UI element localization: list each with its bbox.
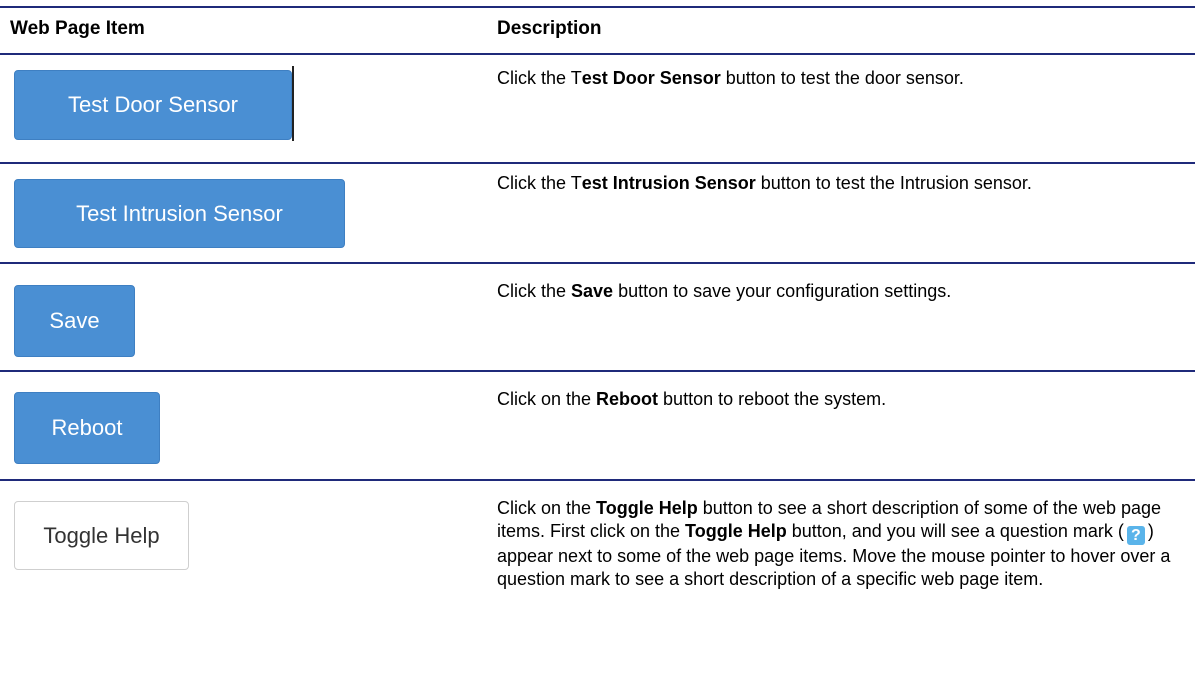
reboot-button[interactable]: Reboot: [14, 392, 160, 464]
toggle-help-button-label: Toggle Help: [43, 522, 160, 548]
toggle-help-button[interactable]: Toggle Help: [14, 501, 189, 570]
test-intrusion-sensor-button-label: Test Intrusion Sensor: [76, 200, 283, 226]
description-test-intrusion-sensor: Click the Test Intrusion Sensor button t…: [497, 173, 1032, 193]
test-door-sensor-button-label: Test Door Sensor: [68, 92, 238, 117]
row-rule-2: [0, 262, 1195, 264]
row-rule-1: [0, 162, 1195, 164]
row-rule-4: [0, 479, 1195, 481]
test-intrusion-sensor-button[interactable]: Test Intrusion Sensor: [14, 179, 345, 248]
column-header-item: Web Page Item: [10, 18, 145, 39]
test-door-sensor-button[interactable]: Test Door Sensor: [14, 70, 292, 140]
reboot-button-label: Reboot: [51, 415, 123, 440]
save-button[interactable]: Save: [14, 285, 135, 357]
divider-line: [292, 66, 294, 141]
row-rule-3: [0, 370, 1195, 372]
description-reboot: Click on the Reboot button to reboot the…: [497, 389, 887, 409]
description-test-door-sensor: Click the Test Door Sensor button to tes…: [497, 68, 964, 88]
description-toggle-help: Click on the Toggle Help button to see a…: [497, 498, 1171, 589]
top-rule: [0, 6, 1195, 8]
question-mark-icon: ?: [1126, 526, 1145, 545]
column-header-description: Description: [497, 18, 602, 39]
header-rule: [0, 53, 1195, 55]
save-button-label: Save: [49, 308, 100, 333]
description-save: Click the Save button to save your confi…: [497, 281, 952, 301]
